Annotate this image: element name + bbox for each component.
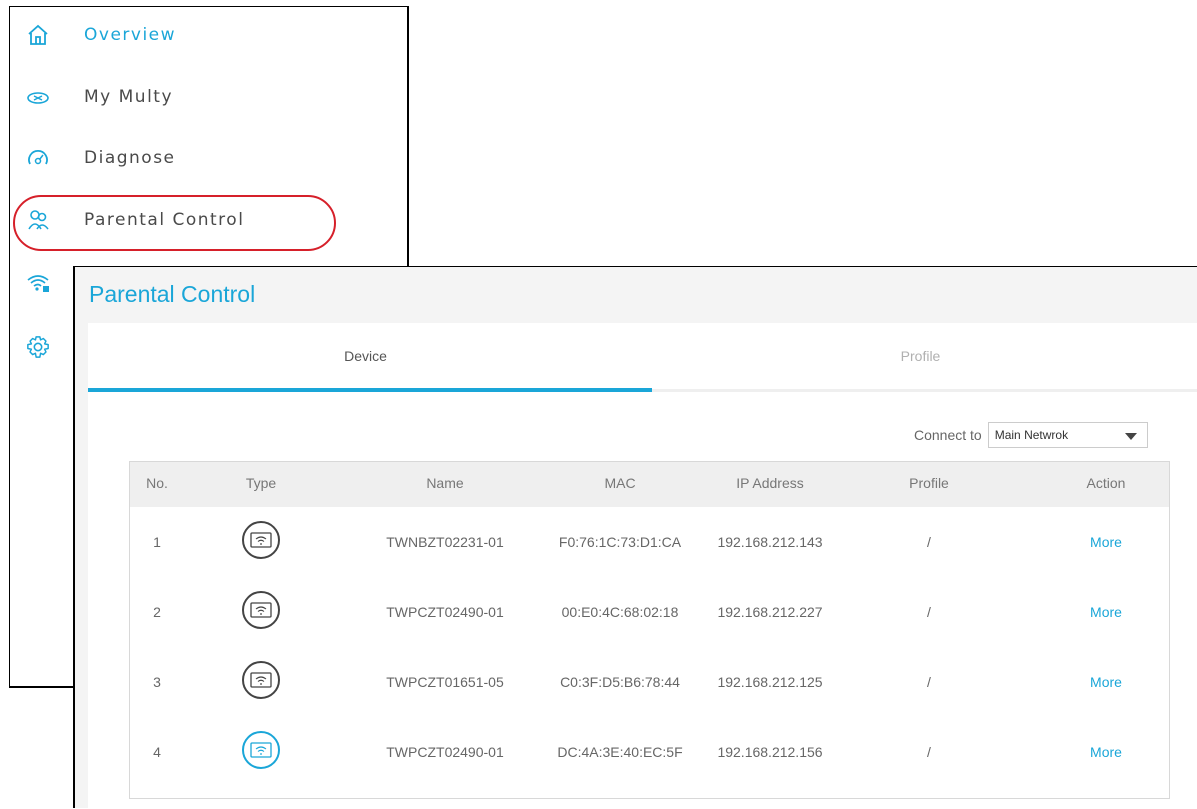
more-link[interactable]: More xyxy=(1090,534,1122,550)
menu-item-overview[interactable]: Overview xyxy=(10,15,390,55)
gear-icon xyxy=(26,335,50,359)
connect-to-row: Connect to Main Netwrok xyxy=(914,422,1148,448)
multy-device-icon xyxy=(26,85,50,109)
network-select[interactable]: Main Netwrok xyxy=(987,422,1148,448)
device-mac: C0:3F:D5:B6:78:44 xyxy=(560,674,680,690)
device-profile: / xyxy=(927,674,931,690)
table-row: 3 TWPCZT01651-05 C0:3F:D5:B6:78:44 192.1… xyxy=(130,647,1169,717)
menu-item-my-multy[interactable]: My Multy xyxy=(10,77,390,117)
tab-device[interactable]: Device xyxy=(88,323,643,389)
device-name: TWPCZT02490-01 xyxy=(386,604,504,620)
device-profile: / xyxy=(927,604,931,620)
menu-item-label: Overview xyxy=(84,25,177,45)
device-type-icon xyxy=(242,521,280,559)
device-mac: F0:76:1C:73:D1:CA xyxy=(558,534,682,550)
column-header-type: Type xyxy=(245,475,277,491)
column-header-mac: MAC xyxy=(604,475,636,491)
table-header: No. Type Name MAC IP Address Profile Act… xyxy=(130,462,1169,507)
more-link[interactable]: More xyxy=(1090,674,1122,690)
device-mac: DC:4A:3E:40:EC:5F xyxy=(557,744,683,760)
tab-active-indicator xyxy=(88,388,652,392)
row-number: 3 xyxy=(153,674,161,690)
column-header-action: Action xyxy=(1086,475,1126,491)
device-ip: 192.168.212.227 xyxy=(717,604,823,620)
highlight-callout xyxy=(13,195,336,251)
parental-control-window: Parental Control Device Profile Connect … xyxy=(73,266,1197,809)
more-link[interactable]: More xyxy=(1090,744,1122,760)
device-name: TWPCZT02490-01 xyxy=(386,744,504,760)
device-name: TWNBZT02231-01 xyxy=(386,534,504,550)
table-row: 1 TWNBZT02231-01 F0:76:1C:73:D1:CA 192.1… xyxy=(130,507,1169,577)
column-header-no: No. xyxy=(146,475,168,491)
row-number: 2 xyxy=(153,604,161,620)
device-name: TWPCZT01651-05 xyxy=(386,674,504,690)
device-profile: / xyxy=(927,744,931,760)
connect-to-label: Connect to xyxy=(914,427,982,443)
menu-item-label: My Multy xyxy=(84,87,174,107)
device-table: No. Type Name MAC IP Address Profile Act… xyxy=(129,461,1170,799)
column-header-name: Name xyxy=(426,475,464,491)
speedometer-icon xyxy=(26,146,50,170)
home-icon xyxy=(26,23,50,47)
device-ip: 192.168.212.143 xyxy=(717,534,823,550)
device-profile: / xyxy=(927,534,931,550)
device-mac: 00:E0:4C:68:02:18 xyxy=(561,604,679,620)
network-select-value: Main Netwrok xyxy=(994,428,1069,442)
device-type-icon xyxy=(242,731,280,769)
column-header-profile: Profile xyxy=(909,475,949,491)
row-number: 4 xyxy=(153,744,161,760)
table-row: 4 TWPCZT02490-01 DC:4A:3E:40:EC:5F 192.1… xyxy=(130,717,1169,787)
device-type-icon xyxy=(242,591,280,629)
table-row: 2 TWPCZT02490-01 00:E0:4C:68:02:18 192.1… xyxy=(130,577,1169,647)
row-number: 1 xyxy=(153,534,161,550)
more-link[interactable]: More xyxy=(1090,604,1122,620)
wifi-lock-icon xyxy=(26,271,50,295)
device-ip: 192.168.212.125 xyxy=(717,674,823,690)
content-card: Device Profile Connect to Main Netwrok N… xyxy=(88,323,1197,809)
chevron-down-icon xyxy=(1124,433,1137,440)
column-header-ip: IP Address xyxy=(736,475,804,491)
tab-profile[interactable]: Profile xyxy=(643,323,1197,389)
tab-bar: Device Profile xyxy=(88,323,1197,393)
menu-item-label: Diagnose xyxy=(84,148,176,168)
device-ip: 192.168.212.156 xyxy=(717,744,823,760)
menu-item-diagnose[interactable]: Diagnose xyxy=(10,138,390,178)
page-title: Parental Control xyxy=(89,281,256,307)
device-type-icon xyxy=(242,661,280,699)
